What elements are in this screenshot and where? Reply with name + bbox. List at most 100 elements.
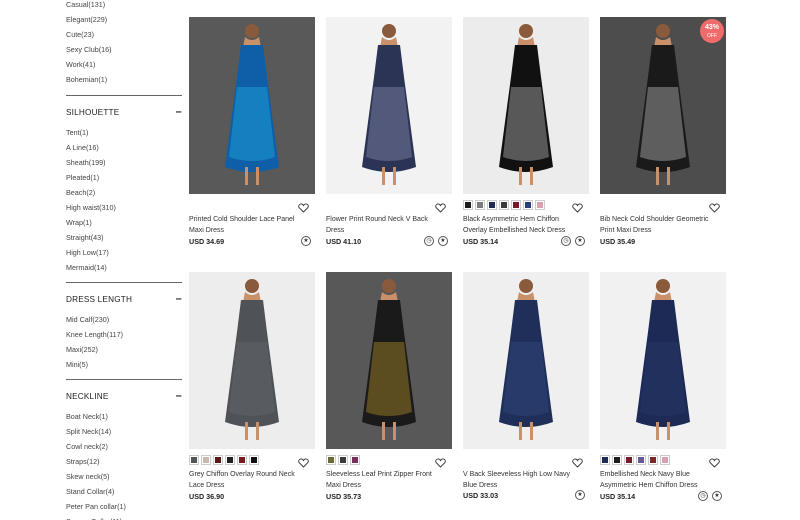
filter-option[interactable]: Skew neck(5) xyxy=(66,469,182,484)
filter-option[interactable]: High Low(17) xyxy=(66,245,182,260)
wishlist-heart-icon[interactable] xyxy=(572,455,583,468)
product-name[interactable]: Grey Chiffon Overlay Round Neck Lace Dre… xyxy=(189,469,305,491)
wishlist-heart-icon[interactable] xyxy=(572,200,583,213)
color-swatch[interactable] xyxy=(201,455,211,465)
color-swatch[interactable] xyxy=(487,200,497,210)
filter-option[interactable]: Maxi(252) xyxy=(66,342,182,357)
filter-option[interactable]: Elegant(229) xyxy=(66,12,182,27)
clock-icon[interactable]: ◷ xyxy=(424,236,434,246)
filter-option[interactable]: Pleated(1) xyxy=(66,170,182,185)
filter-option[interactable]: Casual(131) xyxy=(66,0,182,12)
filter-option[interactable]: Split Neck(14) xyxy=(66,424,182,439)
filter-option[interactable]: Straight(43) xyxy=(66,230,182,245)
wishlist-heart-icon[interactable] xyxy=(435,455,446,468)
filter-option[interactable]: Boat Neck(1) xyxy=(66,409,182,424)
filter-option[interactable]: Cowl neck(2) xyxy=(66,439,182,454)
color-swatch[interactable] xyxy=(225,455,235,465)
clock-icon[interactable]: ◷ xyxy=(561,236,571,246)
filter-option[interactable]: Mermaid(14) xyxy=(66,260,182,275)
product-card[interactable]: Grey Chiffon Overlay Round Neck Lace Dre… xyxy=(189,272,315,501)
wishlist-heart-icon[interactable] xyxy=(709,455,720,468)
collapse-icon[interactable]: – xyxy=(176,294,182,305)
color-swatch[interactable] xyxy=(338,455,348,465)
color-swatch[interactable] xyxy=(213,455,223,465)
product-card[interactable]: V Back Sleeveless High Low Navy Blue Dre… xyxy=(463,272,589,500)
product-name[interactable]: Bib Neck Cold Shoulder Geometric Print M… xyxy=(600,214,716,236)
product-image[interactable] xyxy=(189,17,315,194)
product-card[interactable]: 43% OFF Bib Neck Cold Shoulder Geometric P… xyxy=(600,17,726,246)
product-image[interactable] xyxy=(326,17,452,194)
product-price: USD 35.49 xyxy=(600,237,636,246)
color-swatch[interactable] xyxy=(523,200,533,210)
filter-option[interactable]: Work(41) xyxy=(66,57,182,72)
silhouette-header[interactable]: SILHOUETTE – xyxy=(66,105,182,119)
color-swatch[interactable] xyxy=(612,455,622,465)
product-action-icons: ★ xyxy=(301,236,311,246)
product-card[interactable]: Sleeveless Leaf Print Zipper Front Maxi … xyxy=(326,272,452,501)
star-icon[interactable]: ★ xyxy=(438,236,448,246)
wishlist-heart-icon[interactable] xyxy=(435,200,446,213)
color-swatch[interactable] xyxy=(636,455,646,465)
dress-length-header[interactable]: DRESS LENGTH – xyxy=(66,292,182,306)
product-action-icons: ◷ ★ xyxy=(561,236,585,246)
product-image[interactable] xyxy=(326,272,452,449)
color-swatch[interactable] xyxy=(648,455,658,465)
dress-length-list: Mid Calf(230) Knee Length(117) Maxi(252) Mi… xyxy=(66,312,182,372)
color-swatch[interactable] xyxy=(600,455,610,465)
color-swatch[interactable] xyxy=(660,455,670,465)
product-image[interactable]: 43% OFF xyxy=(600,17,726,194)
wishlist-heart-icon[interactable] xyxy=(298,200,309,213)
filter-option[interactable]: Square Collar(11) xyxy=(66,514,182,520)
product-card[interactable]: Flower Print Round Neck V Back Dress USD … xyxy=(326,17,452,246)
filter-option[interactable]: Straps(12) xyxy=(66,454,182,469)
filter-option[interactable]: Mini(5) xyxy=(66,357,182,372)
product-name[interactable]: Printed Cold Shoulder Lace Panel Maxi Dr… xyxy=(189,214,305,236)
product-image[interactable] xyxy=(463,17,589,194)
product-card[interactable]: Printed Cold Shoulder Lace Panel Maxi Dr… xyxy=(189,17,315,246)
clock-icon[interactable]: ◷ xyxy=(698,491,708,501)
color-swatch[interactable] xyxy=(463,200,473,210)
filter-option[interactable]: Mid Calf(230) xyxy=(66,312,182,327)
collapse-icon[interactable]: – xyxy=(176,391,182,402)
color-swatch[interactable] xyxy=(350,455,360,465)
wishlist-heart-icon[interactable] xyxy=(298,455,309,468)
color-swatch[interactable] xyxy=(237,455,247,465)
product-name[interactable]: Sleeveless Leaf Print Zipper Front Maxi … xyxy=(326,469,442,491)
filter-option[interactable]: Stand Collar(4) xyxy=(66,484,182,499)
color-swatch[interactable] xyxy=(624,455,634,465)
color-swatch[interactable] xyxy=(475,200,485,210)
product-name[interactable]: Black Asymmetric Hem Chiffon Overlay Emb… xyxy=(463,214,579,236)
filter-option[interactable]: High waist(310) xyxy=(66,200,182,215)
product-name[interactable]: Flower Print Round Neck V Back Dress xyxy=(326,214,442,236)
color-swatch[interactable] xyxy=(326,455,336,465)
product-image[interactable] xyxy=(189,272,315,449)
neckline-header[interactable]: NECKLINE – xyxy=(66,389,182,403)
color-swatch[interactable] xyxy=(249,455,259,465)
filter-option[interactable]: Beach(2) xyxy=(66,185,182,200)
filter-option[interactable]: Cute(23) xyxy=(66,27,182,42)
filter-option[interactable]: Tent(1) xyxy=(66,125,182,140)
collapse-icon[interactable]: – xyxy=(176,107,182,118)
filter-option[interactable]: Peter Pan collar(1) xyxy=(66,499,182,514)
product-image[interactable] xyxy=(463,272,589,449)
wishlist-heart-icon[interactable] xyxy=(709,200,720,213)
product-image[interactable] xyxy=(600,272,726,449)
product-name[interactable]: V Back Sleeveless High Low Navy Blue Dre… xyxy=(463,469,579,491)
star-icon[interactable]: ★ xyxy=(575,236,585,246)
filter-option[interactable]: Sheath(199) xyxy=(66,155,182,170)
color-swatch[interactable] xyxy=(499,200,509,210)
color-swatch[interactable] xyxy=(511,200,521,210)
product-card[interactable]: Embellished Neck Navy Blue Asymmetric He… xyxy=(600,272,726,501)
filter-option[interactable]: Bohemian(1) xyxy=(66,72,182,87)
product-name[interactable]: Embellished Neck Navy Blue Asymmetric He… xyxy=(600,469,716,491)
filter-option[interactable]: A Line(16) xyxy=(66,140,182,155)
product-card[interactable]: Black Asymmetric Hem Chiffon Overlay Emb… xyxy=(463,17,589,246)
star-icon[interactable]: ★ xyxy=(575,490,585,500)
color-swatch[interactable] xyxy=(535,200,545,210)
star-icon[interactable]: ★ xyxy=(301,236,311,246)
color-swatch[interactable] xyxy=(189,455,199,465)
filter-option[interactable]: Sexy Club(16) xyxy=(66,42,182,57)
filter-option[interactable]: Knee Length(117) xyxy=(66,327,182,342)
star-icon[interactable]: ★ xyxy=(712,491,722,501)
filter-option[interactable]: Wrap(1) xyxy=(66,215,182,230)
